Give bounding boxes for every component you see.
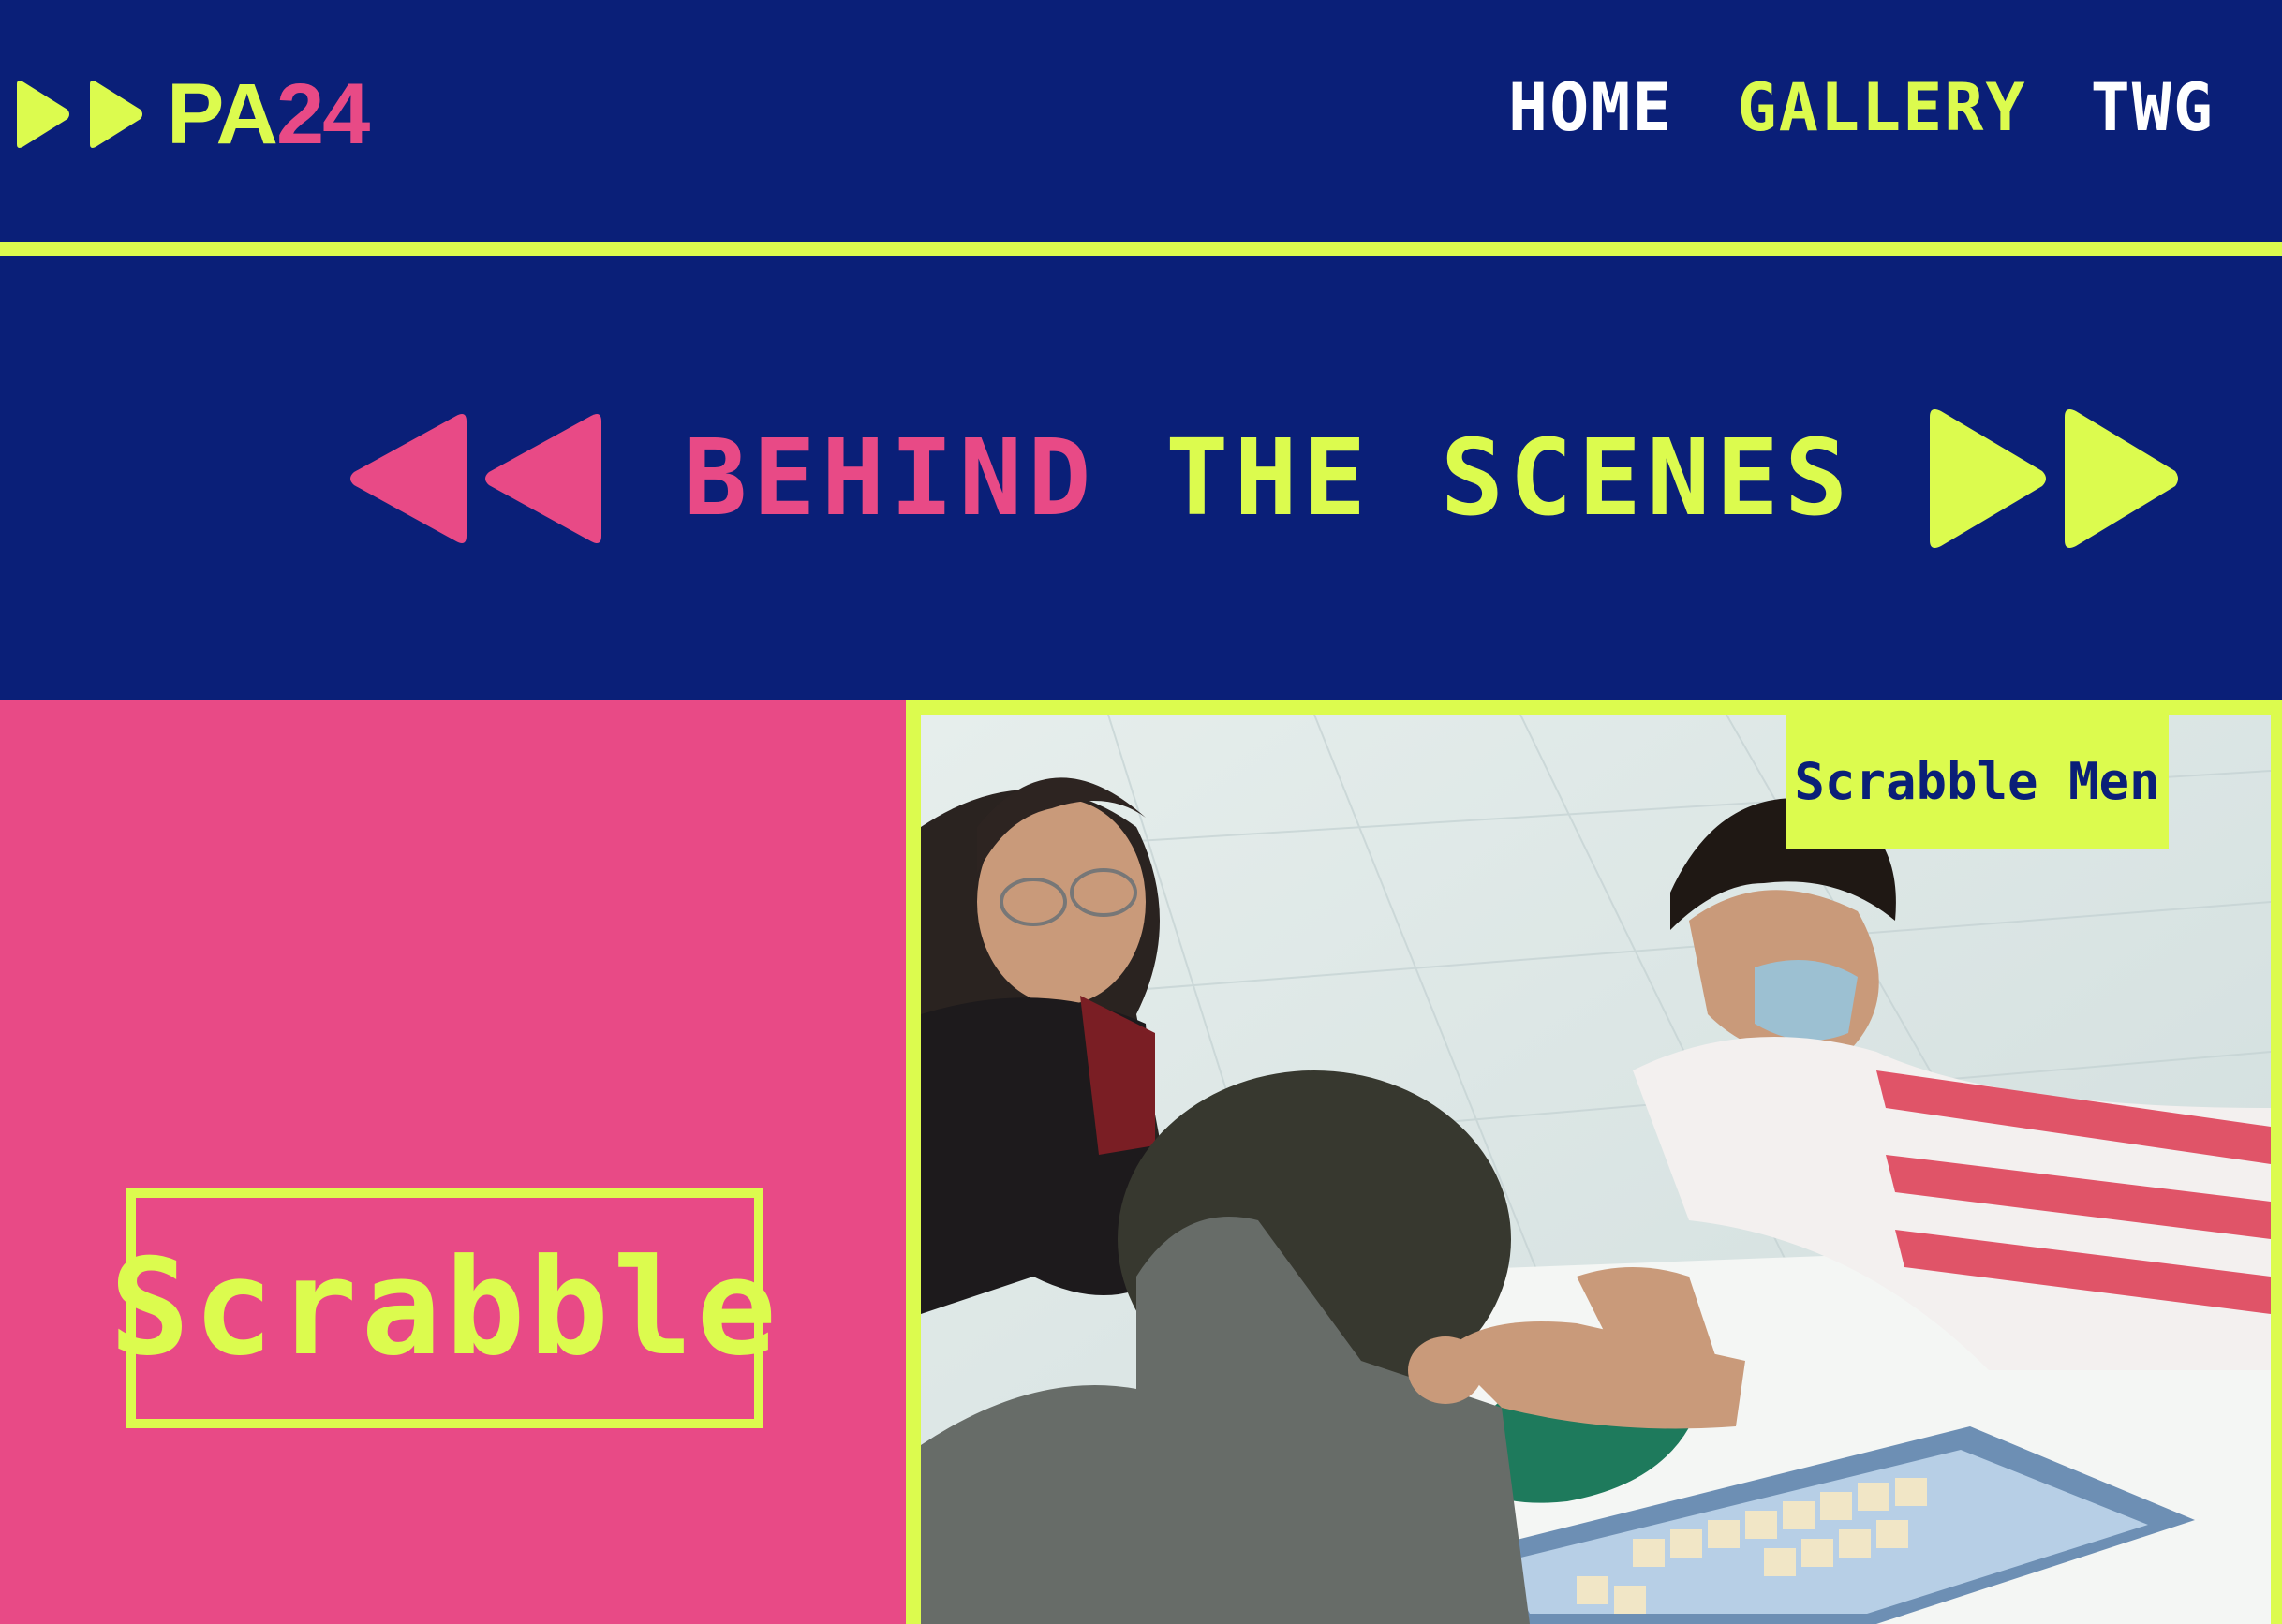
fast-forward-icon — [1926, 406, 2181, 552]
logo-prefix: PA — [167, 66, 278, 162]
logo-play-icon-1 — [17, 81, 69, 148]
header-divider — [0, 242, 2282, 256]
category-panel: Scrabble — [0, 700, 906, 1624]
photo-caption: Scrabble Men — [1794, 751, 2160, 811]
nav-gallery-link[interactable]: GALLERY — [1738, 75, 2027, 140]
hero-title-row: BEHIND THE SCENES — [347, 406, 2181, 552]
site-logo[interactable]: PA24 — [11, 67, 370, 161]
photo-caption-tag: Scrabble Men — [1786, 715, 2169, 849]
gallery-photo[interactable] — [921, 715, 2271, 1624]
hero-title: BEHIND THE SCENES — [684, 426, 1853, 531]
hero-title-behind: BEHIND — [684, 418, 1097, 539]
nav-home-link[interactable]: HOME — [1508, 75, 1674, 140]
site-header: PA24 HOME GALLERY TWG — [0, 0, 2282, 242]
nav-twg-link[interactable]: TWG — [2091, 75, 2215, 140]
main-nav: HOME GALLERY TWG — [1508, 75, 2215, 140]
category-label-box[interactable]: Scrabble — [110, 1188, 777, 1428]
rewind-icon — [347, 410, 611, 547]
logo-number: 24 — [275, 66, 370, 162]
hero-title-scenes: THE SCENES — [1165, 418, 1854, 539]
hero-banner: BEHIND THE SCENES — [0, 256, 2282, 700]
category-label: Scrabble — [110, 1231, 780, 1385]
scrabble-players-photo — [921, 715, 2271, 1624]
logo-play-icon-2 — [90, 81, 142, 148]
logo-wordmark: PA24 — [167, 71, 370, 157]
